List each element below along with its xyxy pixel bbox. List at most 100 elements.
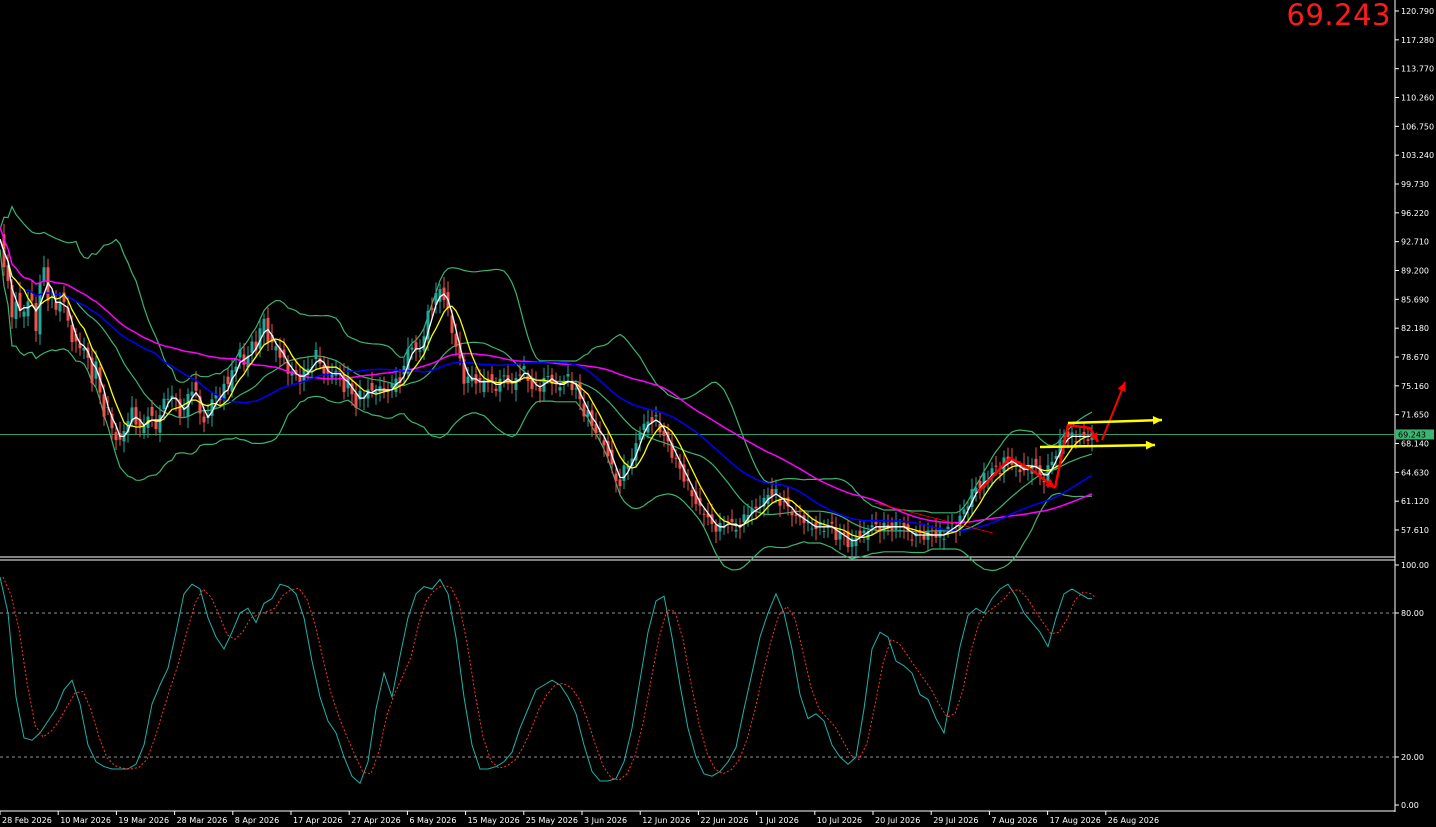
candle-body [430, 308, 434, 310]
candle-body [498, 378, 502, 392]
price-tick-label: 120.790 [1401, 7, 1434, 16]
candle-body [874, 521, 878, 525]
price-pane [0, 0, 1396, 812]
candle-body [574, 388, 578, 390]
candle-body [466, 376, 470, 384]
bollinger-middle [0, 239, 1093, 533]
candle-body [862, 530, 866, 534]
time-tick-label: 25 May 2026 [526, 816, 578, 825]
candle-body [522, 365, 526, 370]
price-tick-label: 68.140 [1401, 440, 1429, 449]
candle-body [618, 479, 622, 487]
price-tick-label: 96.220 [1401, 209, 1429, 218]
yellow-arrow-lower-head [1145, 440, 1155, 450]
candle-body [674, 457, 678, 459]
price-tick-label: 99.730 [1401, 180, 1429, 189]
time-tick-label: 27 Apr 2026 [351, 816, 400, 825]
price-tick-label: 89.200 [1401, 267, 1429, 276]
time-tick-label: 28 Feb 2026 [2, 816, 52, 825]
time-tick-label: 10 Mar 2026 [60, 816, 111, 825]
candle-body [194, 382, 198, 391]
price-tick-label: 71.650 [1401, 411, 1429, 420]
candle-body [854, 537, 858, 547]
time-tick-label: 15 May 2026 [468, 816, 520, 825]
candle-body [754, 506, 758, 509]
yellow-arrow-upper-head [1152, 415, 1162, 425]
candle-body [502, 375, 506, 377]
candle-body [70, 325, 74, 343]
chart-canvas: 120.790 117.280 113.770 110.260 106.750 103.2… [0, 0, 1434, 825]
ma-mid-line [0, 239, 1092, 539]
candle-body [1018, 469, 1022, 473]
ma-fast-line [0, 239, 1092, 542]
yellow-arrow-lower [1039, 443, 1156, 449]
candle-body [494, 388, 498, 391]
candle-body [374, 391, 378, 394]
current-price-label: 69.243 [1286, 0, 1391, 32]
candle-body [922, 535, 926, 540]
time-tick-label: 17 Aug 2026 [1050, 816, 1101, 825]
candle-body [774, 489, 778, 494]
candle-body [114, 432, 118, 441]
candle-body [518, 374, 522, 376]
candle-body [642, 423, 646, 431]
candle-body [962, 509, 966, 514]
ma-slow-line [0, 239, 1093, 532]
price-tick-label: 57.610 [1401, 526, 1429, 535]
candle-body [26, 301, 30, 317]
price-tick-label: 103.240 [1401, 151, 1434, 160]
candle-body [418, 350, 422, 352]
candles [2, 223, 1094, 558]
price-tick-label: 110.260 [1401, 94, 1434, 103]
candle-body [190, 391, 194, 396]
candle-body [354, 392, 358, 408]
candle-body [794, 514, 798, 516]
price-tick-label: 85.690 [1401, 295, 1429, 304]
candle-body [582, 403, 586, 417]
candle-body [22, 311, 26, 317]
candle-body [1078, 433, 1082, 435]
time-tick-label: 17 Apr 2026 [293, 816, 342, 825]
price-tick-label: 113.770 [1401, 65, 1434, 74]
candle-body [166, 398, 170, 400]
candle-body [314, 349, 318, 360]
price-tick-label: 61.120 [1401, 497, 1429, 506]
candle-body [602, 440, 606, 446]
stochastic-pane [0, 576, 1395, 785]
candle-body [730, 518, 734, 522]
candle-body [142, 426, 146, 434]
price-tick-label: 106.750 [1401, 122, 1434, 131]
candle-body [378, 386, 382, 392]
time-tick-label: 10 Jul 2026 [817, 816, 862, 825]
time-tick-label: 22 Jun 2026 [700, 816, 748, 825]
time-tick-label: 26 Aug 2026 [1108, 816, 1159, 825]
candle-body [570, 383, 574, 390]
candle-body [654, 415, 658, 417]
time-tick-label: 8 Apr 2026 [235, 816, 279, 825]
price-tick-label: 75.160 [1401, 382, 1429, 391]
candle-body [330, 374, 334, 378]
candle-body [162, 398, 166, 410]
candle-body [998, 473, 1002, 475]
candle-body [1050, 461, 1054, 466]
time-axis: 28 Feb 2026 10 Mar 2026 19 Mar 2026 28 Mar … [0, 811, 1159, 825]
candle-body [238, 349, 242, 358]
candle-body [34, 303, 38, 332]
price-tick-label: 64.630 [1401, 468, 1429, 477]
price-tick-label: 82.180 [1401, 324, 1429, 333]
candle-body [870, 525, 874, 528]
candle-body [566, 374, 570, 377]
candle-body [38, 282, 42, 335]
candle-body [410, 347, 414, 350]
osc-tick-label: 100.00 [1401, 561, 1429, 570]
candle-body [622, 465, 626, 481]
candle-body [898, 530, 902, 532]
candle-body [994, 465, 998, 467]
candle-body [370, 382, 374, 391]
candle-body [810, 528, 814, 530]
candle-body [1082, 432, 1086, 435]
candle-body [42, 267, 46, 282]
candle-body [822, 530, 826, 532]
candle-body [638, 432, 642, 440]
candle-body [894, 521, 898, 530]
